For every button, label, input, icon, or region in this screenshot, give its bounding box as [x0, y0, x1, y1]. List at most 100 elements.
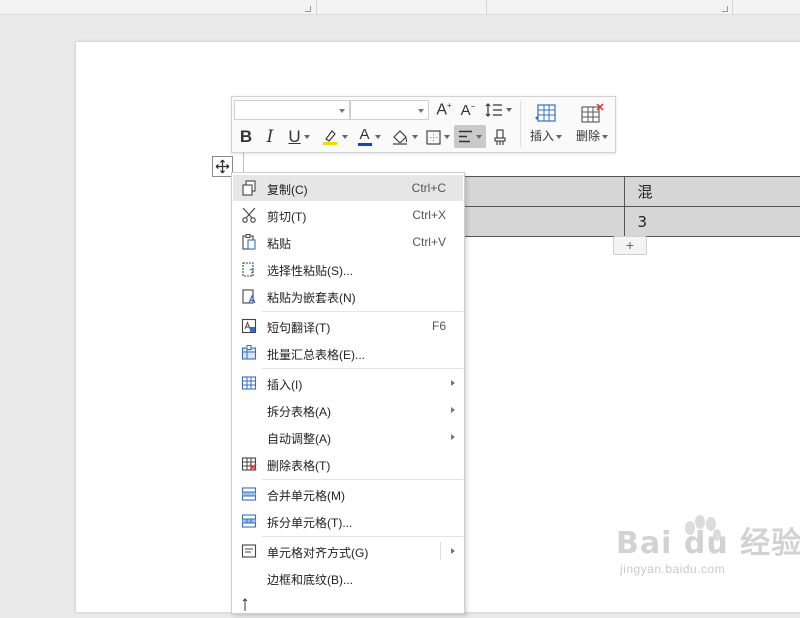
menu-item-paste-nested[interactable]: 粘贴为嵌套表(N): [233, 283, 463, 309]
table-row: 混: [464, 177, 800, 207]
watermark-brand: Bai du 经验: [616, 518, 800, 562]
toolbar-divider: [520, 101, 521, 147]
menu-item-translate[interactable]: 短句翻译(T) F6: [233, 313, 463, 339]
font-color-button[interactable]: A: [353, 126, 385, 148]
insert-label: 插入: [530, 129, 554, 143]
delete-table-button[interactable]: 删除: [570, 100, 614, 148]
menu-item-label: 边框和底纹(B)...: [267, 571, 353, 588]
align-left-icon: [458, 130, 473, 143]
font-size-combo[interactable]: [350, 100, 429, 120]
submenu-divider: [440, 542, 441, 560]
menu-item-label: 短句翻译(T): [267, 319, 330, 336]
menu-item-borders-shading[interactable]: 边框和底纹(B)...: [233, 565, 463, 591]
menu-item-cell-alignment[interactable]: 单元格对齐方式(G): [233, 538, 463, 564]
table-cell[interactable]: 3: [625, 207, 800, 237]
scissors-icon: [241, 207, 257, 223]
menu-item-split-table[interactable]: 拆分表格(A): [233, 397, 463, 423]
borders-button[interactable]: [422, 126, 454, 148]
ruler-segment: [0, 0, 317, 14]
cell-align-icon: [241, 543, 257, 559]
paste-icon: [241, 234, 257, 250]
translate-icon: [241, 318, 257, 334]
italic-button[interactable]: I: [259, 126, 281, 148]
menu-item-label: 粘贴为嵌套表(N): [267, 289, 356, 306]
shrink-font-button[interactable]: A−: [457, 99, 479, 121]
menu-item-label: 剪切(T): [267, 208, 306, 225]
menu-item-label: 单元格对齐方式(G): [267, 544, 368, 561]
font-color-icon: A: [358, 128, 372, 146]
format-painter-button[interactable]: [489, 126, 511, 148]
top-ruler: [0, 0, 800, 15]
underline-button[interactable]: U: [283, 126, 315, 148]
underline-icon: U: [288, 127, 300, 147]
submenu-arrow-icon: [451, 380, 455, 386]
highlighter-icon: [321, 128, 339, 146]
menu-item-partial[interactable]: [233, 592, 463, 618]
table-cell[interactable]: [464, 177, 625, 207]
menu-separator: [262, 368, 463, 369]
context-menu: 复制(C) Ctrl+C 剪切(T) Ctrl+X 粘贴 Ctrl+V 选择性粘…: [231, 172, 465, 614]
format-painter-icon: [493, 129, 507, 146]
menu-item-label: 复制(C): [267, 181, 308, 198]
insert-table-button[interactable]: 插入: [524, 100, 568, 148]
table-delete-icon: [241, 456, 257, 472]
submenu-arrow-icon: [451, 407, 455, 413]
menu-item-cut[interactable]: 剪切(T) Ctrl+X: [233, 202, 463, 228]
copy-icon: [241, 180, 257, 196]
menu-item-paste[interactable]: 粘贴 Ctrl+V: [233, 229, 463, 255]
menu-item-label: 粘贴: [267, 235, 291, 252]
highlight-button[interactable]: [318, 126, 350, 148]
ruler-segment: [486, 0, 733, 14]
menu-item-batch-summary[interactable]: 批量汇总表格(E)...: [233, 340, 463, 366]
menu-item-label: 合并单元格(M): [267, 487, 345, 504]
menu-item-paste-special[interactable]: 选择性粘贴(S)...: [233, 256, 463, 282]
menu-item-split-cells[interactable]: 拆分单元格(T)...: [233, 508, 463, 534]
menu-item-shortcut: Ctrl+X: [412, 208, 446, 222]
menu-item-label: 自动调整(A): [267, 430, 331, 447]
text-direction-icon: [241, 597, 257, 613]
menu-separator: [262, 479, 463, 480]
add-row-button[interactable]: +: [613, 236, 647, 255]
menu-separator: [262, 311, 463, 312]
chevron-down-icon: [418, 109, 424, 113]
bold-button[interactable]: B: [235, 126, 257, 148]
menu-separator: [262, 536, 463, 537]
document-table[interactable]: 混 3: [463, 176, 800, 237]
menu-item-insert[interactable]: 插入(I): [233, 370, 463, 396]
merge-cells-icon: [241, 486, 257, 502]
table-insert-icon: [535, 103, 557, 125]
align-button[interactable]: [454, 125, 486, 148]
grow-font-button[interactable]: A+: [433, 99, 455, 121]
menu-item-merge-cells[interactable]: 合并单元格(M): [233, 481, 463, 507]
table-move-handle[interactable]: [212, 156, 233, 177]
split-cells-icon: [241, 513, 257, 529]
delete-label: 删除: [576, 129, 600, 143]
font-name-combo[interactable]: [234, 100, 350, 120]
table-cell[interactable]: 混: [625, 177, 800, 207]
paint-bucket-icon: [391, 128, 409, 146]
menu-item-shortcut: Ctrl+V: [412, 235, 446, 249]
menu-item-label: 删除表格(T): [267, 457, 330, 474]
submenu-arrow-icon: [451, 548, 455, 554]
move-icon: [215, 159, 230, 174]
batch-table-icon: [241, 345, 257, 361]
mini-toolbar: A+ A− B I U A: [231, 96, 616, 153]
menu-item-label: 拆分单元格(T)...: [267, 514, 352, 531]
menu-item-label: 批量汇总表格(E)...: [267, 346, 365, 363]
baidu-watermark: Bai du 经验 jingyan.baidu.com: [612, 514, 792, 584]
line-spacing-button[interactable]: [483, 99, 513, 121]
ruler-corner: [305, 6, 311, 12]
table-insert-icon: [241, 375, 257, 391]
menu-item-label: 选择性粘贴(S)...: [267, 262, 353, 279]
text-cursor: [243, 152, 244, 174]
table-cell[interactable]: [464, 207, 625, 237]
menu-item-copy[interactable]: 复制(C) Ctrl+C: [233, 175, 463, 201]
menu-item-autofit[interactable]: 自动调整(A): [233, 424, 463, 450]
paste-nested-icon: [241, 288, 257, 304]
ruler-corner: [722, 6, 728, 12]
shading-button[interactable]: [388, 126, 420, 148]
menu-item-label: 插入(I): [267, 376, 302, 393]
grow-font-icon: A+: [436, 101, 451, 119]
menu-item-delete-table[interactable]: 删除表格(T): [233, 451, 463, 477]
menu-item-shortcut: F6: [432, 319, 446, 333]
